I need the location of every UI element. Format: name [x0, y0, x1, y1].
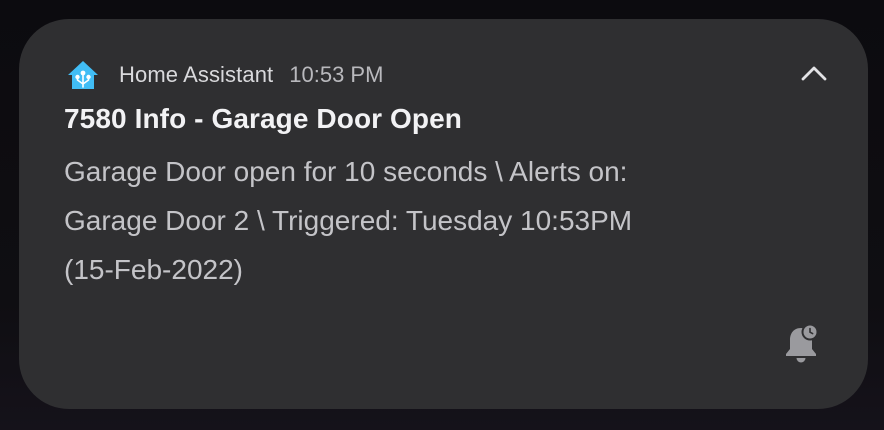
lock-screen: Home Assistant 10:53 PM 7580 Info - Gara…: [0, 0, 884, 430]
home-assistant-icon: [65, 59, 101, 91]
notification-title: 7580 Info - Garage Door Open: [64, 103, 462, 134]
notification-time: 10:53 PM: [289, 62, 384, 87]
app-name: Home Assistant: [119, 62, 274, 87]
notification-header: Home Assistant 10:53 PM: [65, 59, 383, 91]
notification-card[interactable]: Home Assistant 10:53 PM 7580 Info - Gara…: [19, 19, 868, 409]
snooze-button[interactable]: [780, 323, 822, 367]
snooze-bell-icon: [781, 322, 821, 369]
chevron-up-icon: [800, 64, 828, 87]
collapse-button[interactable]: [796, 57, 832, 93]
notification-body: Garage Door open for 10 seconds \ Alerts…: [64, 156, 633, 285]
